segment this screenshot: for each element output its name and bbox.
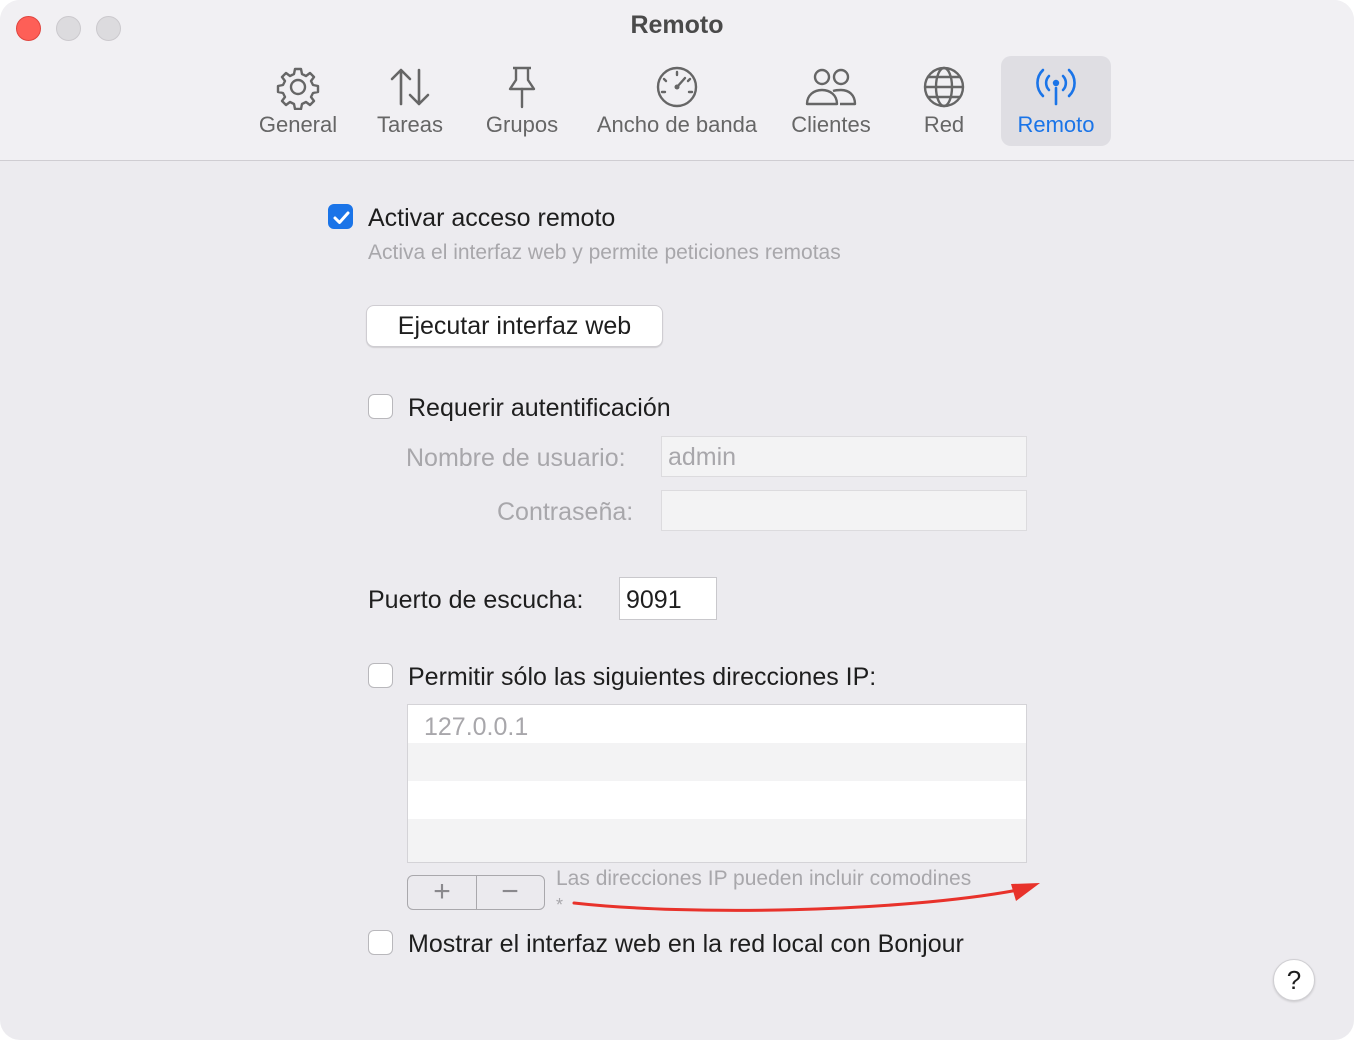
tab-label: General (258, 112, 338, 137)
require-auth-label: Requerir autentificación (408, 394, 671, 422)
remove-ip-button[interactable]: − (476, 876, 544, 909)
tab-label: Grupos (485, 112, 559, 137)
port-field[interactable]: 9091 (619, 577, 717, 620)
add-ip-button[interactable]: + (408, 876, 477, 909)
password-field[interactable] (661, 490, 1027, 531)
list-item[interactable]: 127.0.0.1 (408, 705, 1026, 743)
tab-grupos[interactable]: Grupos (474, 56, 570, 146)
window-title: Remoto (630, 11, 724, 39)
port-label: Puerto de escucha: (368, 586, 584, 614)
ip-address-list[interactable]: 127.0.0.1 (407, 704, 1027, 863)
tab-label: Ancho de banda (596, 112, 758, 137)
bonjour-checkbox[interactable] (368, 930, 393, 955)
checkmark-icon (333, 211, 350, 224)
speedometer-icon (656, 66, 698, 108)
title-bar: Remoto General Tareas Grupos Ancho de ba… (0, 0, 1354, 161)
preferences-window: Remoto General Tareas Grupos Ancho de ba… (0, 0, 1354, 1040)
pin-icon (508, 66, 536, 109)
launch-web-interface-button[interactable]: Ejecutar interfaz web (366, 305, 663, 347)
tab-label: Red (923, 112, 965, 137)
tab-remoto[interactable]: Remoto (1001, 56, 1111, 146)
antenna-icon (1036, 68, 1076, 106)
people-icon (805, 68, 857, 106)
tab-label: Tareas (376, 112, 444, 137)
restrict-ip-label: Permitir sólo las siguientes direcciones… (408, 663, 877, 691)
bonjour-label: Mostrar el interfaz web en la red local … (408, 930, 964, 958)
tab-label: Remoto (1017, 112, 1095, 137)
tab-general[interactable]: General (247, 56, 349, 146)
password-label: Contraseña: (497, 498, 634, 526)
help-button[interactable]: ? (1273, 959, 1315, 1001)
tab-clientes[interactable]: Clientes (783, 56, 879, 146)
username-label: Nombre de usuario: (406, 444, 626, 472)
username-field[interactable]: admin (661, 436, 1027, 477)
list-row-empty (408, 743, 1026, 781)
enable-remote-hint: Activa el interfaz web y permite peticio… (368, 241, 841, 264)
restrict-ip-checkbox[interactable] (368, 663, 393, 688)
require-auth-checkbox[interactable] (368, 394, 393, 419)
globe-icon (923, 66, 965, 108)
list-row-empty (408, 781, 1026, 819)
enable-remote-checkbox[interactable] (328, 204, 353, 229)
list-row-empty (408, 819, 1026, 862)
tab-ancho-de-banda[interactable]: Ancho de banda (586, 56, 768, 146)
tab-label: Clientes (791, 112, 871, 137)
annotation-arrow (572, 883, 1040, 912)
tab-tareas[interactable]: Tareas (362, 56, 458, 146)
tab-red[interactable]: Red (896, 56, 992, 146)
add-remove-control: + − (407, 875, 545, 910)
gear-icon (276, 67, 320, 110)
enable-remote-label: Activar acceso remoto (368, 204, 616, 232)
wildcard-symbol: * (556, 895, 564, 915)
up-down-arrows-icon (390, 68, 430, 106)
